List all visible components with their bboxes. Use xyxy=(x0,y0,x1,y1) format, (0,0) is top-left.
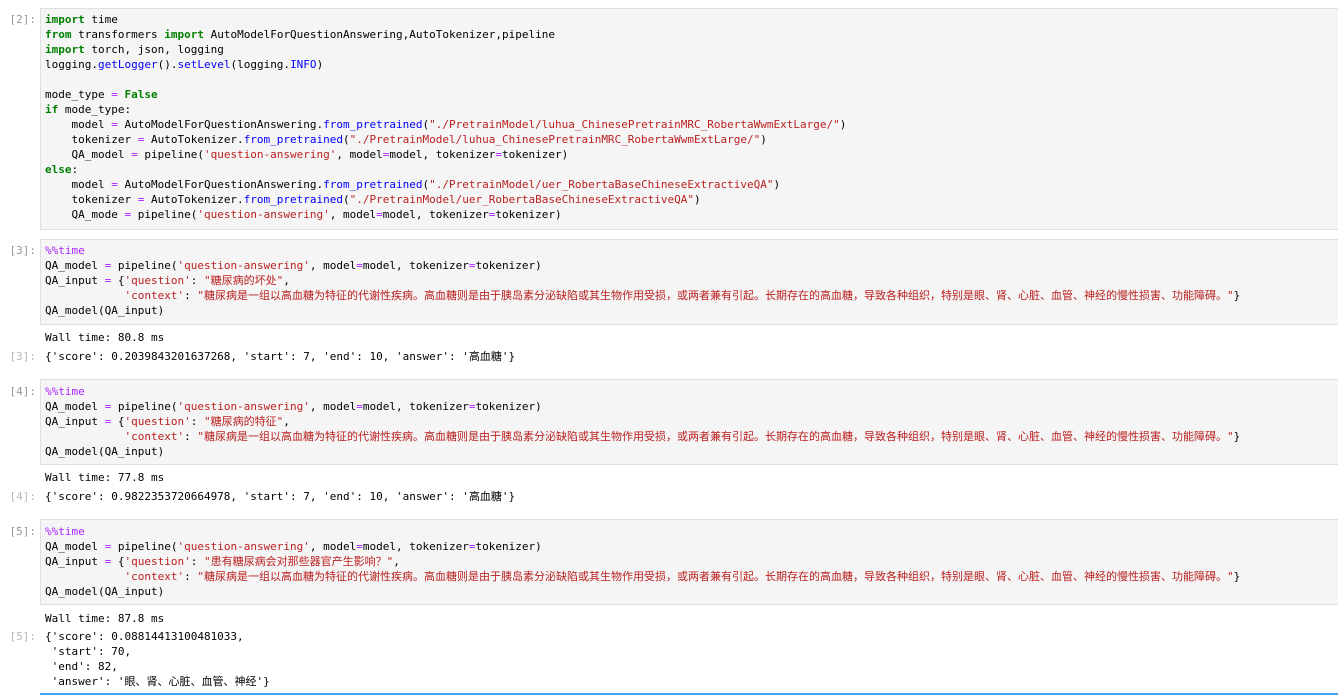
code-line: 'context': "糖尿病是一组以高血糖为特征的代谢性疾病。高血糖则是由于胰… xyxy=(124,570,1241,583)
code-line: %%time xyxy=(45,385,85,398)
selected-cell-indicator xyxy=(40,693,1338,695)
code-line: 'context': "糖尿病是一组以高血糖为特征的代谢性疾病。高血糖则是由于胰… xyxy=(124,289,1241,302)
code-line: QA_input = {'question': "糖尿病的坏处", xyxy=(45,274,290,287)
cell-4-code[interactable]: %%time QA_model = pipeline('question-answ… xyxy=(45,524,1330,599)
code-line: QA_model = pipeline('question-answering'… xyxy=(45,400,542,413)
code-line: QA_model = pipeline('question-answering'… xyxy=(45,259,542,272)
code-line: tokenizer = AutoTokenizer.from_pretraine… xyxy=(45,133,767,146)
code-line: QA_model = pipeline('question-answering'… xyxy=(45,148,569,161)
code-line: from transformers import AutoModelForQue… xyxy=(45,28,555,41)
result-line: 'answer': '眼、肾、心脏、血管、神经'} xyxy=(45,675,270,688)
cell-2-code[interactable]: %%time QA_model = pipeline('question-answ… xyxy=(45,243,1330,318)
result-line: 'start': 70, xyxy=(45,645,132,658)
cell-1-in-prompt: [2]: xyxy=(9,13,37,26)
cell-4-in-prompt: [5]: xyxy=(9,525,37,538)
cell-4-result: {'score': 0.08814413100481033, 'start': … xyxy=(45,629,1330,689)
code-line: import time xyxy=(45,13,118,26)
code-line: QA_model(QA_input) xyxy=(45,585,165,598)
code-line: %%time xyxy=(45,244,85,257)
code-line: QA_mode = pipeline('question-answering',… xyxy=(45,208,562,221)
code-line: logging.getLogger().setLevel(logging.INF… xyxy=(45,58,324,71)
code-line: %%time xyxy=(45,525,85,538)
cell-2-stdout: Wall time: 80.8 ms xyxy=(45,331,165,344)
result-line: {'score': 0.9822353720664978, 'start': 7… xyxy=(45,490,516,503)
code-line: tokenizer = AutoTokenizer.from_pretraine… xyxy=(45,193,701,206)
code-line: import torch, json, logging xyxy=(45,43,224,56)
code-line: 'context': "糖尿病是一组以高血糖为特征的代谢性疾病。高血糖则是由于胰… xyxy=(124,430,1241,443)
code-line: QA_input = {'question': "患有糖尿病会对那些器官产生影响… xyxy=(45,555,400,568)
code-line: if mode_type: xyxy=(45,103,132,116)
cell-2-result: {'score': 0.2039843201637268, 'start': 7… xyxy=(45,349,1330,364)
cell-3-in-prompt: [4]: xyxy=(9,385,37,398)
result-line: {'score': 0.2039843201637268, 'start': 7… xyxy=(45,350,516,363)
code-line: QA_model(QA_input) xyxy=(45,304,165,317)
cell-4-out-prompt: [5]: xyxy=(9,630,37,643)
cell-3-out-prompt: [4]: xyxy=(9,490,37,503)
cell-3-code[interactable]: %%time QA_model = pipeline('question-answ… xyxy=(45,384,1330,459)
cell-4-stdout: Wall time: 87.8 ms xyxy=(45,612,165,625)
code-line: model = AutoModelForQuestionAnswering.fr… xyxy=(45,118,847,131)
code-line: mode_type = False xyxy=(45,88,158,101)
cell-2-out-prompt: [3]: xyxy=(9,350,37,363)
result-line: {'score': 0.08814413100481033, xyxy=(45,630,244,643)
code-line: QA_input = {'question': "糖尿病的特征", xyxy=(45,415,290,428)
result-line: 'end': 82, xyxy=(45,660,118,673)
code-line: QA_model(QA_input) xyxy=(45,445,165,458)
code-line: model = AutoModelForQuestionAnswering.fr… xyxy=(45,178,781,191)
code-line: else: xyxy=(45,163,79,176)
cell-3-result: {'score': 0.9822353720664978, 'start': 7… xyxy=(45,489,1330,504)
cell-1-code[interactable]: import time from transformers import Auto… xyxy=(45,12,1330,222)
cell-3-stdout: Wall time: 77.8 ms xyxy=(45,471,165,484)
cell-2-in-prompt: [3]: xyxy=(9,244,37,257)
code-line: QA_model = pipeline('question-answering'… xyxy=(45,540,542,553)
